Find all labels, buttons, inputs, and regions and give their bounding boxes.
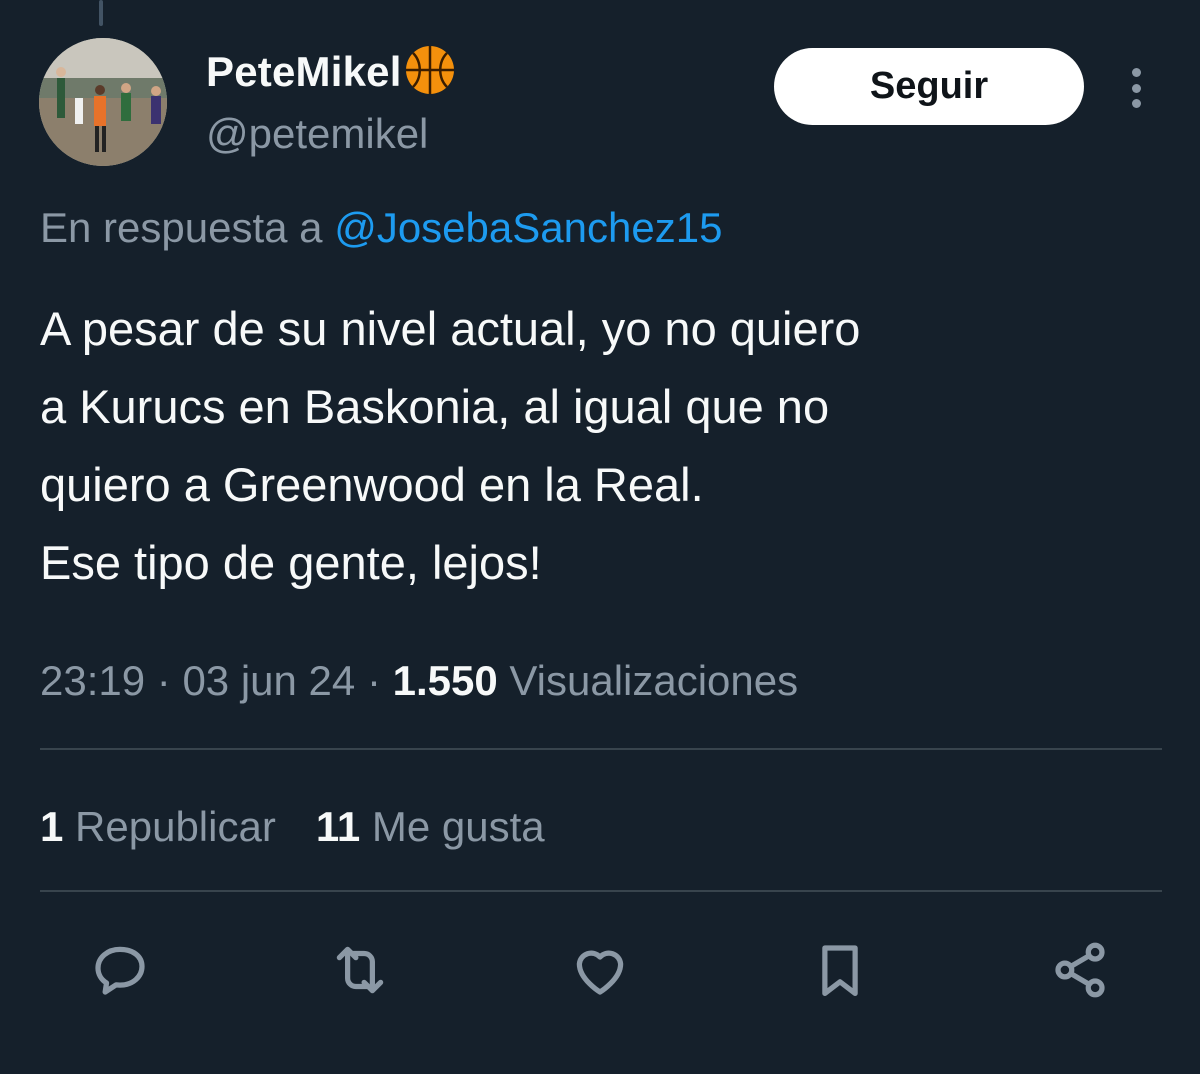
share-icon[interactable] bbox=[1040, 930, 1120, 1010]
meta-separator: · bbox=[366, 657, 381, 704]
thread-connector-line bbox=[99, 0, 103, 26]
divider bbox=[40, 890, 1162, 892]
like-icon[interactable] bbox=[560, 930, 640, 1010]
meta-separator: · bbox=[156, 657, 171, 704]
tweet-meta: 23:19 · 03 jun 24 · 1.550 Visualizacione… bbox=[40, 650, 798, 712]
divider bbox=[40, 748, 1162, 750]
reply-mention-link[interactable]: @JosebaSanchez15 bbox=[334, 204, 722, 251]
reposts-stat[interactable]: 1 Republicar bbox=[40, 803, 276, 850]
reply-icon[interactable] bbox=[80, 930, 160, 1010]
bookmark-icon[interactable] bbox=[800, 930, 880, 1010]
engagement-stats: 1 Republicar 11 Me gusta bbox=[40, 796, 545, 858]
basketball-emoji-icon bbox=[405, 46, 454, 94]
user-handle[interactable]: @petemikel bbox=[206, 108, 428, 160]
likes-label: Me gusta bbox=[371, 803, 545, 850]
action-bar bbox=[0, 930, 1200, 1010]
display-name-text: PeteMikel bbox=[206, 48, 402, 95]
views-label: Visualizaciones bbox=[509, 657, 799, 704]
repost-icon[interactable] bbox=[320, 930, 400, 1010]
follow-button[interactable]: Seguir bbox=[774, 48, 1084, 125]
reply-context: En respuesta a @JosebaSanchez15 bbox=[40, 200, 722, 256]
reply-prefix: En respuesta a bbox=[40, 204, 323, 251]
reposts-count: 1 bbox=[40, 803, 64, 850]
views-count: 1.550 bbox=[392, 657, 498, 704]
tweet-date[interactable]: 03 jun 24 bbox=[182, 657, 355, 704]
reposts-label: Republicar bbox=[75, 803, 276, 850]
likes-count: 11 bbox=[315, 803, 361, 850]
likes-stat[interactable]: 11 Me gusta bbox=[316, 803, 545, 850]
avatar-photo bbox=[39, 38, 167, 166]
more-vertical-icon[interactable] bbox=[1118, 62, 1154, 114]
avatar[interactable] bbox=[39, 38, 167, 166]
display-name[interactable]: PeteMikel bbox=[206, 44, 456, 98]
tweet-text: A pesar de su nivel actual, yo no quiero… bbox=[40, 302, 861, 589]
tweet-time[interactable]: 23:19 bbox=[40, 657, 145, 704]
